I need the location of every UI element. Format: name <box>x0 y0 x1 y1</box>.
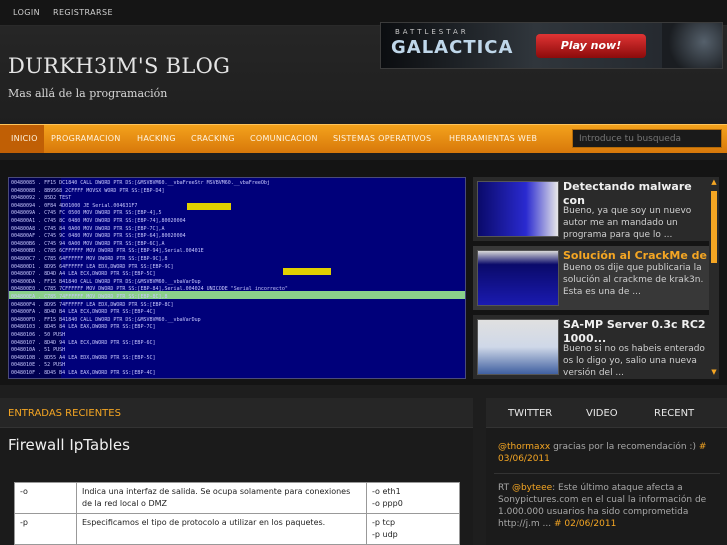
slide-desc: Bueno, ya que soy un nuevo autor me an m… <box>563 206 692 240</box>
recent-heading: ENTRADAS RECIENTES <box>8 408 121 419</box>
tweet-permalink[interactable]: # <box>554 519 562 529</box>
blog-title[interactable]: DURKH3IM'S BLOG <box>8 54 230 78</box>
blog-subtitle: Mas allá de la programación <box>8 87 168 100</box>
slide-thumbnail <box>477 250 559 306</box>
code-line: 00480106 . 50 PUSH <box>11 332 66 338</box>
slide-thumbnail <box>477 319 559 375</box>
recent-posts: ENTRADAS RECIENTES Firewall IpTables -o … <box>0 398 473 545</box>
nav-item-cracking[interactable]: CRACKING <box>191 134 235 143</box>
nav-item-inicio[interactable]: INICIO <box>11 134 38 143</box>
example-1: -p tcp <box>372 518 396 527</box>
slider-scrollbar[interactable]: ▲ ▼ <box>709 177 719 379</box>
code-line: 00480092 . 85D2 TEST <box>11 195 72 202</box>
code-line: 004800AF . C745 9C 0480 MOV DWORD PTR SS… <box>11 233 186 240</box>
tweet: @thormaxx gracias por la recomendación :… <box>498 441 724 465</box>
page: LOGIN REGISTRARSE DURKH3IM'S BLOG Mas al… <box>0 0 727 545</box>
code-line: 0048009A . C745 FC 0500 MOV DWORD PTR SS… <box>11 210 162 217</box>
code-line: 00480094 . 0F84 4D01000 JE Serial.004631… <box>11 202 138 209</box>
code-highlight <box>283 268 331 275</box>
widget-tabs: TWITTER VIDEO RECENT <box>486 398 727 428</box>
banner-line2: GALACTICA <box>391 37 514 58</box>
options-table: -o Indica una interfaz de salida. Se ocu… <box>14 482 460 545</box>
code-line: 004800DA . FF15 B41840 CALL DWORD PTR DS… <box>11 278 201 285</box>
recent-header: ENTRADAS RECIENTES <box>0 398 473 428</box>
divider <box>494 473 720 474</box>
search-input[interactable] <box>572 129 722 148</box>
table-cell: -o eth1 -o ppp0 <box>366 482 460 514</box>
table-row: -p Especificamos el tipo de protocolo a … <box>14 513 460 545</box>
code-line: 004800A8 . C745 84 0A00 MOV DWORD PTR SS… <box>11 225 165 232</box>
nav-item-hacking[interactable]: HACKING <box>137 134 176 143</box>
play-now-button[interactable]: Play now! <box>536 34 646 58</box>
code-line: 0048008B . 8B9568 2CFFFF MOVSX WORD PTR … <box>11 187 165 194</box>
example-2: -p udp <box>372 530 398 539</box>
code-line: 004800F4 . 8D95 74FFFFFF LEA EDX,DWORD P… <box>11 301 174 308</box>
tweet-date: 02/06/2011 <box>561 519 617 529</box>
code-line: 004800D1 . 8D95 64FFFFFF LEA EDX,DWORD P… <box>11 263 174 270</box>
slide-item[interactable]: SA-MP Server 0.3c RC2 1000... Bueno si n… <box>473 315 713 379</box>
nav-item-herramientas-web[interactable]: HERRAMIENTAS WEB <box>449 134 537 143</box>
slide-item[interactable]: Detectando malware con Bueno, ya que soy… <box>473 177 713 241</box>
tweet-handle[interactable]: @byteee <box>512 483 552 493</box>
sidebar-widget: TWITTER VIDEO RECENT @thormaxx gracias p… <box>486 398 727 545</box>
slide-desc: Bueno os dije que publicaria la solución… <box>563 263 704 297</box>
table-row: -o Indica una interfaz de salida. Se ocu… <box>14 482 460 514</box>
tweet-date: 03/06/2011 <box>498 454 550 464</box>
code-line: 00480107 . 8D4D 94 LEA ECX,DWORD PTR SS:… <box>11 339 156 346</box>
table-cell: -p <box>14 513 77 545</box>
table-cell: Indica una interfaz de salida. Se ocupa … <box>76 482 367 514</box>
code-line: 004800EA . C785 74FFFFFF MOV DWORD PTR S… <box>11 294 168 300</box>
slider-thumbnails: Detectando malware con Bueno, ya que soy… <box>473 177 713 379</box>
tab-video[interactable]: VIDEO <box>586 408 618 419</box>
nav-item-sistemas-operativos[interactable]: SISTEMAS OPERATIVOS <box>333 134 431 143</box>
code-line: 0048010E . 52 PUSH <box>11 362 66 369</box>
slide-title[interactable]: Detectando malware con <box>563 180 711 208</box>
tweet-prefix: RT <box>498 483 512 493</box>
code-highlight <box>187 203 231 210</box>
post-title[interactable]: Firewall IpTables <box>8 436 130 454</box>
slide-desc: Bueno si no os habeis enterado os lo dig… <box>563 344 705 378</box>
ad-banner[interactable]: BATTLESTAR GALACTICA Play now! <box>380 22 723 69</box>
featured-image[interactable]: 00480085 . FF15 DC1840 CALL DWORD PTR DS… <box>8 177 466 379</box>
code-line: 0048010B . 8D55 A4 LEA EDX,DWORD PTR SS:… <box>11 354 156 361</box>
tweet-handle[interactable]: @thormaxx <box>498 442 550 452</box>
scroll-thumb[interactable] <box>711 191 717 263</box>
tweet-permalink[interactable]: # <box>699 442 707 452</box>
tab-recent[interactable]: RECENT <box>654 408 694 419</box>
code-line: 004800E0 . C785 7CFFFFFF MOV DWORD PTR S… <box>11 286 288 293</box>
code-line: 004800FA . 8D4D B4 LEA ECX,DWORD PTR SS:… <box>11 309 156 316</box>
banner-graphic <box>662 23 722 68</box>
login-link[interactable]: LOGIN <box>13 8 40 17</box>
table-cell: Especificamos el tipo de protocolo a uti… <box>76 513 367 545</box>
example-1: -o eth1 <box>372 487 401 496</box>
slide-title[interactable]: SA-MP Server 0.3c RC2 1000... <box>563 318 711 346</box>
banner-line1: BATTLESTAR <box>395 28 469 36</box>
table-cell: -o <box>14 482 77 514</box>
code-line: 004800FD . FF15 B41840 CALL DWORD PTR DS… <box>11 316 201 323</box>
code-line: 0048010A . 51 PUSH <box>11 347 66 354</box>
code-line: 004800C7 . C785 64FFFFFF MOV DWORD PTR S… <box>11 256 168 262</box>
tweet: RT @byteee: Este último ataque afecta a … <box>498 482 724 530</box>
tweet-text: gracias por la recomendación :) <box>550 442 699 452</box>
scroll-up-icon[interactable]: ▲ <box>709 178 719 186</box>
example-2: -o ppp0 <box>372 499 403 508</box>
scroll-down-icon[interactable]: ▼ <box>709 368 719 376</box>
slide-thumbnail <box>477 181 559 237</box>
tab-twitter[interactable]: TWITTER <box>508 408 552 419</box>
code-line: 004800A1 . C745 8C 0480 MOV DWORD PTR SS… <box>11 218 186 224</box>
nav-item-comunicacion[interactable]: COMUNICACION <box>250 134 318 143</box>
slide-item[interactable]: Solución al CrackMe de Bueno os dije que… <box>473 246 713 310</box>
code-line: 004800BD . C785 6CFFFFFF MOV DWORD PTR S… <box>11 248 204 255</box>
table-cell: -p tcp -p udp <box>366 513 460 545</box>
code-line: 0048010F . 8D45 B4 LEA EAX,DWORD PTR SS:… <box>11 370 156 376</box>
code-line: 004800D7 . 8D4D A4 LEA ECX,DWORD PTR SS:… <box>11 271 156 278</box>
code-line: 004800B6 . C745 94 0A00 MOV DWORD PTR SS… <box>11 240 165 247</box>
register-link[interactable]: REGISTRARSE <box>53 8 113 17</box>
nav-item-programacion[interactable]: PROGRAMACION <box>51 134 121 143</box>
code-line: 00480103 . 8D45 84 LEA EAX,DWORD PTR SS:… <box>11 324 156 331</box>
slide-title[interactable]: Solución al CrackMe de <box>563 249 711 263</box>
code-line: 00480085 . FF15 DC1840 CALL DWORD PTR DS… <box>11 180 270 186</box>
